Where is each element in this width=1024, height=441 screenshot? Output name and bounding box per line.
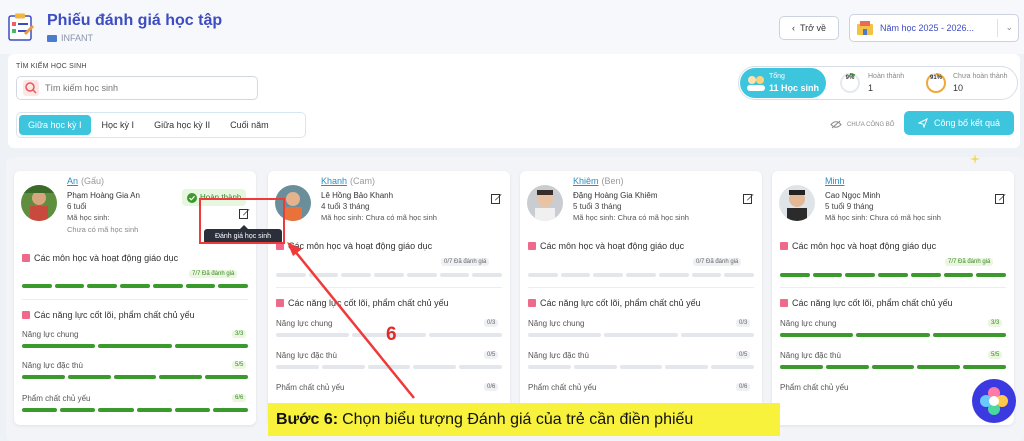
assistant-button[interactable]	[972, 379, 1016, 423]
stats-summary: Tổng 11 Học sinh 9% Hoàn thành 1 91% Chư…	[738, 66, 1018, 100]
student-fullname: Lê Hồng Bảo Khanh	[321, 191, 394, 200]
qualities-bar	[22, 408, 249, 412]
student-nickname-link[interactable]: Minh	[825, 176, 845, 186]
tab-mid-term-1[interactable]: Giữa học kỳ I	[19, 115, 91, 135]
avatar	[21, 185, 57, 221]
edit-evaluation-icon[interactable]	[491, 193, 502, 204]
specific-competency-bar	[22, 375, 248, 379]
class-flag-icon	[47, 35, 57, 42]
student-nickname-link[interactable]: An	[67, 176, 78, 186]
filter-panel: TÌM KIẾM HỌC SINH Giữa học kỳ I Học kỳ I…	[8, 54, 1020, 148]
avatar	[527, 185, 563, 221]
student-id: Mã học sinh: Chưa có mã học sinh	[825, 213, 941, 222]
subjects-section-title: Các môn học và hoạt động giáo dục	[528, 241, 684, 251]
book-icon	[528, 242, 536, 250]
subjects-progress-bar	[528, 273, 755, 277]
page-title: Phiếu đánh giá học tập	[47, 12, 223, 29]
subjects-progress-bar	[22, 284, 249, 288]
competencies-section-title: Các năng lực cốt lõi, phẩm chất chủ yếu	[276, 298, 449, 308]
avatar	[779, 185, 815, 221]
search-icon	[23, 80, 39, 96]
book-icon	[22, 311, 30, 319]
student-id-label: Mã học sinh:	[67, 213, 110, 222]
subjects-progress-badge: 0/7 Đã đánh giá	[441, 258, 490, 266]
student-id: Mã học sinh: Chưa có mã học sinh	[573, 213, 689, 222]
student-fullname: Đặng Hoàng Gia Khiêm	[573, 191, 658, 200]
edit-evaluation-icon[interactable]	[995, 193, 1006, 204]
book-icon	[276, 299, 284, 307]
book-icon	[780, 299, 788, 307]
send-icon	[917, 118, 928, 128]
student-card-khiem: Khiêm (Ben) Đặng Hoàng Gia Khiêm 5 tuổi 3…	[520, 171, 762, 425]
tab-term-1[interactable]: Học kỳ I	[93, 115, 144, 135]
subjects-progress-bar	[780, 273, 1007, 277]
students-icon	[747, 76, 765, 91]
book-icon	[22, 254, 30, 262]
student-id-value: Chưa có mã học sinh	[67, 225, 139, 234]
subjects-progress-badge: 7/7 Đã đánh giá	[189, 270, 238, 278]
sparkle-icon	[970, 154, 980, 164]
page-header: Phiếu đánh giá học tập INFANT ‹ Trở về N…	[0, 0, 1024, 54]
term-tabs: Giữa học kỳ I Học kỳ I Giữa học kỳ II Cu…	[16, 112, 306, 138]
search-box[interactable]	[16, 76, 258, 100]
subjects-progress-badge: 0/7 Đã đánh giá	[693, 258, 742, 266]
class-label: INFANT	[47, 33, 93, 43]
subjects-section-title: Các môn học và hoạt động giáo dục	[22, 253, 178, 263]
publish-results-button[interactable]: Công bố kết quả	[904, 111, 1014, 135]
search-label: TÌM KIẾM HỌC SINH	[16, 63, 87, 70]
student-nickname-link[interactable]: Khanh	[321, 176, 347, 186]
subjects-progress-bar	[276, 273, 503, 277]
chevron-left-icon: ‹	[791, 23, 795, 33]
back-button[interactable]: ‹ Trở về	[779, 16, 839, 40]
check-circle-icon	[187, 192, 197, 203]
tab-end-year[interactable]: Cuối năm	[221, 115, 278, 135]
student-fullname: Cao Ngọc Minh	[825, 191, 881, 200]
school-year-select[interactable]: Năm học 2025 - 2026... ⌄	[849, 14, 1019, 42]
eye-off-icon	[830, 120, 842, 129]
tab-mid-term-2[interactable]: Giữa học kỳ II	[145, 115, 219, 135]
student-nickname-link[interactable]: Khiêm	[573, 176, 599, 186]
student-fullname: Phạm Hoàng Gia An	[67, 191, 140, 200]
search-input[interactable]	[45, 83, 245, 93]
chevron-down-icon: ⌄	[1005, 22, 1013, 32]
subjects-section-title: Các môn học và hoạt động giáo dục	[276, 241, 432, 251]
competencies-section-title: Các năng lực cốt lõi, phẩm chất chủ yếu	[780, 298, 953, 308]
school-year-icon	[857, 21, 873, 35]
competencies-section-title: Các năng lực cốt lõi, phẩm chất chủ yếu	[528, 298, 701, 308]
student-age: 5 tuổi 3 tháng	[573, 202, 622, 211]
student-age: 6 tuổi	[67, 202, 87, 211]
edit-evaluation-icon[interactable]	[743, 193, 754, 204]
student-age: 4 tuổi 3 tháng	[321, 202, 370, 211]
subjects-progress-badge: 7/7 Đã đánh giá	[945, 258, 994, 266]
unpublished-status: CHƯA CÔNG BỐ	[830, 120, 894, 129]
highlight-box	[199, 198, 285, 244]
book-icon	[528, 299, 536, 307]
general-competency-bar	[22, 344, 248, 348]
student-age: 5 tuổi 9 tháng	[825, 202, 874, 211]
competencies-section-title: Các năng lực cốt lõi, phẩm chất chủ yếu	[22, 310, 195, 320]
student-id: Mã học sinh: Chưa có mã học sinh	[321, 213, 437, 222]
flower-icon	[973, 380, 1015, 422]
step-instruction: Bước 6: Chọn biểu tượng Đánh giá của trẻ…	[268, 403, 780, 436]
step-number: 6	[386, 324, 397, 345]
evaluation-form-icon	[8, 13, 34, 41]
subjects-section-title: Các môn học và hoạt động giáo dục	[780, 241, 936, 251]
stat-total: Tổng 11 Học sinh	[740, 68, 826, 98]
student-card-khanh: Khanh (Cam) Lê Hồng Bảo Khanh 4 tuổi 3 th…	[268, 171, 510, 425]
book-icon	[780, 242, 788, 250]
